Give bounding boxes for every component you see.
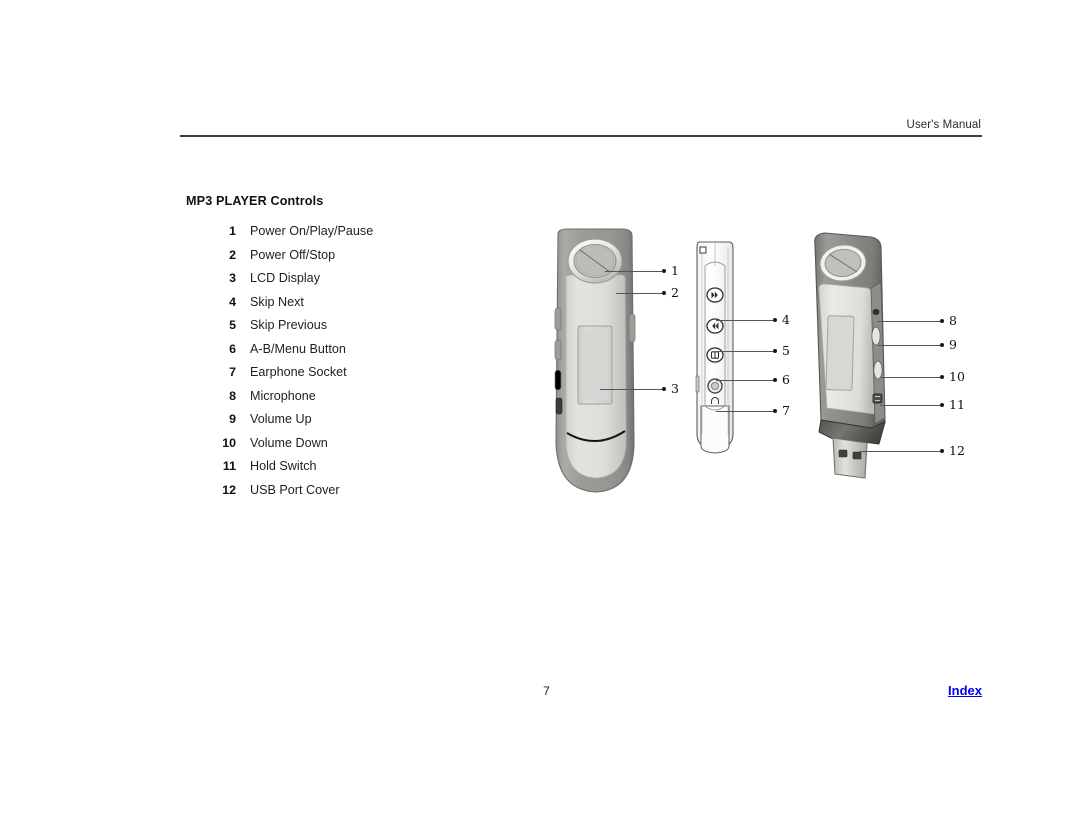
list-item: 12 USB Port Cover [206,483,506,507]
callout-dot [939,342,944,348]
callout-dot [772,377,777,383]
list-item: 9 Volume Up [206,412,506,436]
list-item-label: A-B/Menu Button [250,341,346,356]
callout-dot [939,374,944,380]
list-item-number: 12 [222,482,236,497]
list-item-number: 8 [229,388,236,403]
list-item-label: Earphone Socket [250,365,347,379]
list-item-label: LCD Display [250,271,320,285]
header-title: User's Manual [906,119,981,131]
lcd-display-perspective [825,315,855,391]
device-side-view [685,238,745,478]
list-item: 10 Volume Down [206,436,506,460]
callout-number: 11 [949,396,965,412]
perspective-view-svg [814,232,886,479]
callout-number: 5 [782,342,790,358]
list-item-label: Volume Up [250,412,312,426]
list-item-number: 1 [229,224,236,238]
callout-number: 10 [949,368,965,384]
edge-switch[interactable] [695,375,700,393]
volume-up-button[interactable] [871,326,881,346]
callout-dot [772,408,777,414]
list-item-number: 2 [229,247,236,262]
usb-connector [832,437,868,479]
callout-number: 6 [782,371,790,387]
callout-dot [661,290,666,296]
list-item-number: 3 [229,271,236,285]
list-item-number: 11 [222,459,236,473]
list-item: 3 LCD Display [206,271,506,295]
page-number: 7 [543,684,550,698]
list-item: 4 Skip Next [206,295,506,319]
index-link[interactable]: Index [948,683,982,698]
right-side-button[interactable] [628,313,636,343]
list-item-label: Microphone [250,388,316,403]
callout-dot [939,318,944,324]
callout-number: 8 [949,312,957,328]
list-item-label: USB Port Cover [250,482,340,497]
callout-dot [772,317,777,323]
list-item-number: 7 [229,365,236,379]
header-divider [180,135,982,137]
list-item: 7 Earphone Socket [206,365,506,389]
side-view-svg [695,241,734,454]
controls-list: 1 Power On/Play/Pause 2 Power Off/Stop 3… [206,224,506,506]
list-item: 2 Power Off/Stop [206,248,506,272]
list-item-label: Power On/Play/Pause [250,224,374,238]
list-item: 8 Microphone [206,389,506,413]
list-item-number: 4 [229,294,236,309]
side-button-upper[interactable] [554,307,562,331]
list-item-label: Skip Previous [250,318,327,332]
list-item-number: 5 [229,318,236,332]
callout-number: 2 [671,284,679,300]
callout-dot [939,402,944,408]
side-button-middle[interactable] [554,339,562,361]
callout-dot [772,348,777,354]
callout-dot [939,448,944,454]
side-button-lower[interactable] [554,369,562,391]
callout-number: 12 [949,442,965,458]
volume-down-button[interactable] [873,360,883,380]
microphone [872,309,880,315]
device-front-view [530,228,660,498]
callout-number: 7 [782,402,790,418]
list-item: 11 Hold Switch [206,459,506,483]
callout-dot [661,268,666,274]
callout-dot [661,386,666,392]
list-item-number: 6 [229,341,236,356]
list-item-number: 10 [222,435,236,450]
hold-switch[interactable] [872,393,883,404]
page-title: MP3 PLAYER Controls [186,194,324,208]
list-item-label: Hold Switch [250,459,317,473]
device-perspective-view [795,230,910,502]
list-item-label: Skip Next [250,294,304,309]
device-diagram: 1 2 3 4 5 6 7 8 9 10 11 12 [520,228,990,508]
page-header: User's Manual [180,118,982,137]
front-view-svg [554,228,636,493]
list-item-label: Volume Down [250,435,328,450]
list-item: 1 Power On/Play/Pause [206,224,506,248]
usb-contact-right [852,451,862,460]
callout-number: 1 [671,262,679,278]
list-item-label: Power Off/Stop [250,247,336,262]
top-detail-square [699,246,707,254]
callout-number: 3 [671,380,679,396]
callout-number: 4 [782,311,790,327]
usb-contact-left [838,449,848,458]
hold-switch-edge[interactable] [555,397,563,415]
callout-number: 9 [949,336,957,352]
list-item: 6 A-B/Menu Button [206,342,506,366]
list-item-number: 9 [229,412,236,426]
list-item: 5 Skip Previous [206,318,506,342]
